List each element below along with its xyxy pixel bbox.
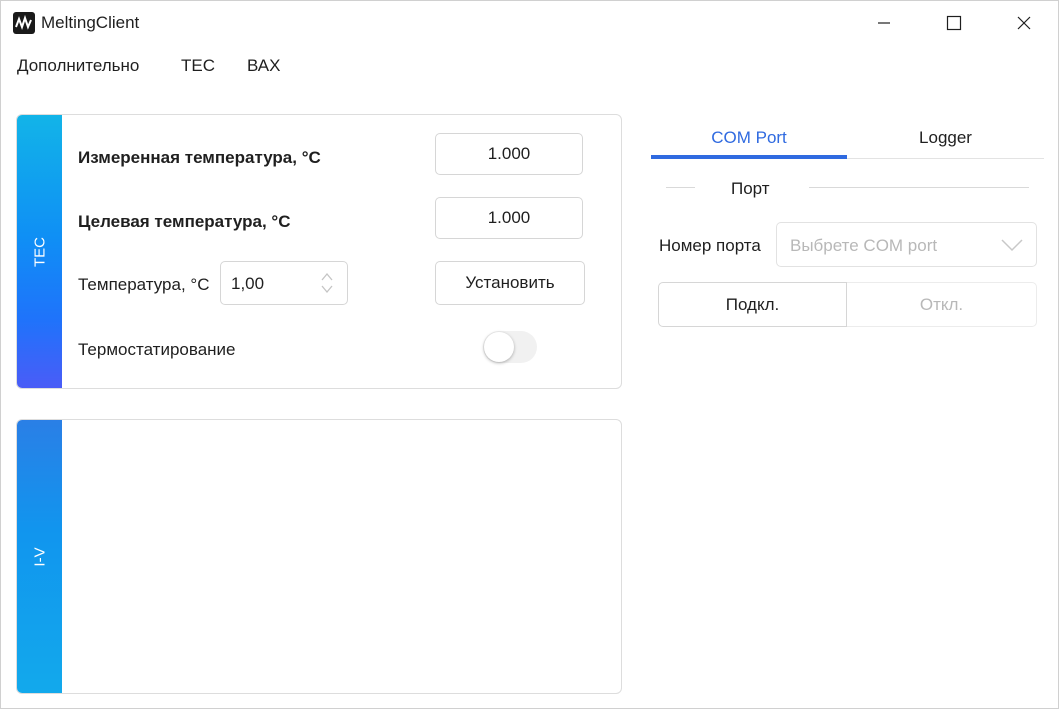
iv-card: I-V [16, 419, 622, 694]
iv-strip: I-V [17, 420, 62, 693]
chevron-down-icon [1001, 239, 1023, 252]
close-icon [1017, 16, 1031, 30]
app-logo-icon [13, 12, 35, 34]
toggle-knob [484, 332, 514, 362]
temperature-label: Температура, °C [78, 275, 210, 294]
port-section-title: Порт [731, 179, 770, 198]
connection-button-group: Подкл. Откл. [658, 282, 1037, 327]
menu-item-additional[interactable]: Дополнительно [17, 56, 139, 76]
section-divider-left [666, 187, 695, 188]
spin-arrows-icon[interactable] [319, 271, 335, 295]
com-port-select[interactable]: Выбрете COM port [776, 222, 1037, 267]
temperature-spinbox[interactable]: 1,00 [220, 261, 348, 305]
menu-item-vah[interactable]: ВАХ [247, 56, 280, 76]
thermostat-toggle[interactable] [483, 331, 537, 363]
tec-strip-label: TEC [31, 236, 48, 267]
thermostat-label: Термостатирование [78, 340, 236, 359]
tab-logger[interactable]: Logger [847, 128, 1044, 158]
minimize-icon [878, 22, 890, 24]
title-bar[interactable]: MeltingClient [0, 0, 1059, 46]
measured-temperature-label: Измеренная температура, °C [78, 148, 321, 167]
connect-button[interactable]: Подкл. [658, 282, 847, 327]
port-number-label: Номер порта [659, 236, 761, 255]
tab-active-indicator [651, 155, 847, 159]
target-temperature-value: 1.000 [435, 197, 583, 239]
menu-item-tec[interactable]: TEC [181, 56, 215, 76]
set-temperature-button[interactable]: Установить [435, 261, 585, 305]
com-port-placeholder: Выбрете COM port [790, 236, 938, 255]
target-temperature-label: Целевая температура, °C [78, 212, 291, 231]
tab-com-port[interactable]: COM Port [651, 128, 847, 158]
section-divider-right [809, 187, 1029, 188]
disconnect-button[interactable]: Откл. [847, 282, 1037, 327]
maximize-button[interactable] [930, 0, 978, 46]
temperature-spinbox-value: 1,00 [231, 274, 265, 293]
iv-strip-label: I-V [31, 546, 48, 567]
maximize-icon [946, 15, 962, 31]
window-title: MeltingClient [41, 13, 140, 32]
tec-card: TEC Измеренная температура, °C 1.000 Цел… [16, 114, 622, 389]
tec-strip: TEC [17, 115, 62, 388]
measured-temperature-value: 1.000 [435, 133, 583, 175]
close-button[interactable] [1000, 0, 1048, 46]
minimize-button[interactable] [860, 0, 908, 46]
